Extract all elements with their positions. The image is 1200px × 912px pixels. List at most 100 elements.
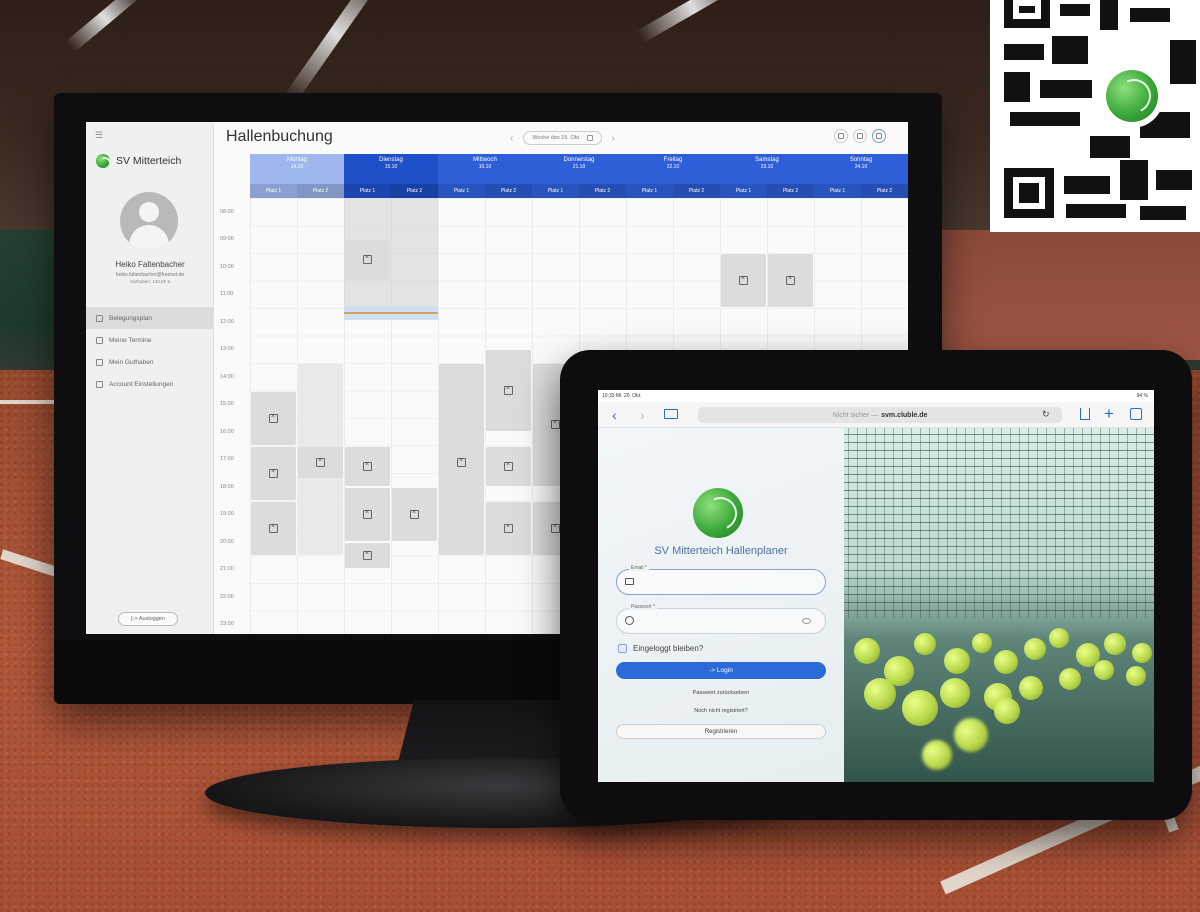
status-bar: 10:33 Mi. 20. Okt. 94 %: [598, 390, 1154, 402]
qr-module: [1004, 72, 1030, 102]
email-field[interactable]: Email *: [616, 565, 826, 595]
sidebar-item-label: Account Einstellungen: [109, 380, 174, 388]
tennis-ball: [994, 698, 1020, 724]
club-logo-icon: [1106, 70, 1158, 122]
user-name: Heiko Faltenbacher: [115, 260, 185, 269]
stay-logged-in[interactable]: Eingeloggt bleiben?: [618, 644, 703, 653]
tennis-ball: [1132, 643, 1152, 663]
booking-cancel-icon: [269, 523, 278, 533]
week-picker[interactable]: Woche des 15. Okt.: [523, 131, 602, 145]
day-date: 16.10: [478, 164, 492, 170]
booking-slot[interactable]: [486, 446, 531, 486]
net-strand: [844, 594, 1154, 595]
tennis-ball: [1024, 638, 1046, 660]
day-name: Sonntag: [849, 157, 873, 163]
stay-logged-in-checkbox[interactable]: [618, 644, 627, 653]
bookmarks-icon[interactable]: [664, 409, 678, 419]
sidebar-item-mein-guthaben[interactable]: Mein Guthaben: [86, 351, 214, 373]
booking-slot[interactable]: [251, 446, 296, 500]
brand: SV Mitterteich: [96, 154, 181, 168]
not-registered-text: Noch nicht registriert?: [694, 708, 748, 714]
booking-slot[interactable]: [721, 254, 766, 307]
net-strand: [866, 428, 867, 618]
net-strand: [1118, 428, 1119, 618]
booking-slot[interactable]: [251, 501, 296, 555]
menu-icon[interactable]: ☰: [95, 130, 103, 141]
net-strand: [844, 458, 1154, 459]
calendar-icon: [586, 135, 593, 141]
day-name: Donnerstag: [563, 157, 595, 163]
net-strand: [1001, 428, 1002, 618]
day-view-button[interactable]: [872, 129, 886, 143]
day-headers: Montag 14.10 Platz 1 Platz 2 Dienstag 15.10 Pl…: [250, 154, 908, 198]
login-button[interactable]: -> Login: [616, 662, 826, 679]
sidebar-item-account-einstellungen[interactable]: Account Einstellungen: [86, 373, 214, 395]
tennis-ball: [1059, 668, 1081, 690]
sidebar-item-meine-termine[interactable]: Meine Termine: [86, 329, 214, 351]
day-name: Montag: [286, 157, 307, 163]
club-logo-icon: [96, 154, 110, 168]
share-icon[interactable]: [1080, 408, 1090, 420]
booking-slot[interactable]: [345, 487, 390, 541]
week-view-button[interactable]: [853, 129, 867, 143]
booking-slot[interactable]: [345, 446, 390, 486]
address-bar[interactable]: Nicht sicher — svm.cluble.de: [698, 407, 1062, 423]
logout-button[interactable]: [-> Ausloggen: [118, 612, 178, 626]
qr-module: [1156, 170, 1192, 190]
user-credit: Guthaben: 140,00 €: [130, 279, 170, 284]
tablet-screen: 10:33 Mi. 20. Okt. 94 % ‹ › Nicht sicher…: [598, 390, 1154, 782]
court-labels: Platz 1 Platz 2: [532, 184, 626, 198]
mail-icon: [625, 578, 634, 585]
sidebar-item-belegungsplan[interactable]: Belegungsplan: [86, 307, 214, 329]
booking-cancel-icon: [457, 457, 466, 467]
time-label: 12:00: [220, 318, 234, 325]
booking-slot[interactable]: [345, 542, 390, 569]
booking-slot[interactable]: [439, 446, 484, 478]
reload-icon[interactable]: ↻: [1042, 409, 1050, 420]
time-label: 16:00: [220, 428, 234, 435]
booking-slot[interactable]: [768, 254, 813, 307]
back-icon[interactable]: ‹: [612, 407, 617, 423]
password-field[interactable]: Passwort *: [616, 604, 826, 634]
eye-off-icon[interactable]: [802, 618, 811, 624]
day-header-6: Sonntag 24.10 Platz 1 Platz 2: [814, 154, 908, 198]
tennis-ball: [902, 690, 938, 726]
time-label: 17:00: [220, 456, 234, 463]
tennis-ball: [972, 633, 992, 653]
tennis-ball: [864, 678, 896, 710]
booking-slot[interactable]: [486, 501, 531, 555]
gear-icon: [838, 133, 844, 139]
net-strand: [848, 428, 849, 618]
day-name: Samstag: [755, 157, 779, 163]
forward-icon[interactable]: ›: [640, 407, 645, 423]
next-week-button[interactable]: ›: [612, 133, 615, 144]
new-tab-icon[interactable]: +: [1104, 404, 1114, 424]
day-date: 22.10: [666, 164, 680, 170]
page-title: Hallenbuchung: [226, 128, 333, 145]
register-button[interactable]: Registrieren: [616, 724, 826, 739]
net-strand: [844, 562, 1154, 563]
tabs-icon[interactable]: [1130, 408, 1142, 420]
court-label: Platz 2: [391, 184, 438, 198]
booking-slot[interactable]: [298, 446, 343, 478]
tennis-ball: [1104, 633, 1126, 655]
net-strand: [1145, 428, 1146, 618]
day-header-3: Donnerstag 21.10 Platz 1 Platz 2: [532, 154, 626, 198]
qr-center-logo: [1100, 64, 1164, 128]
forgot-password-link[interactable]: Passwort zurücksetzen: [598, 690, 844, 696]
qr-module: [1004, 44, 1044, 60]
qr-module: [1064, 176, 1110, 194]
net-strand: [956, 428, 957, 618]
court-label: Platz 1: [344, 184, 391, 198]
booking-slot[interactable]: [345, 240, 390, 280]
net-strand: [844, 570, 1154, 571]
day-header-4: Freitag 22.10 Platz 1 Platz 2: [626, 154, 720, 198]
prev-week-button[interactable]: ‹: [510, 133, 513, 144]
net-strand: [1010, 428, 1011, 618]
booking-slot[interactable]: [392, 487, 437, 541]
booking-slot[interactable]: [486, 350, 531, 431]
settings-toggle-button[interactable]: [834, 129, 848, 143]
day-date: 14.10: [290, 164, 304, 170]
day-date: 21.10: [572, 164, 586, 170]
booking-slot[interactable]: [251, 391, 296, 445]
